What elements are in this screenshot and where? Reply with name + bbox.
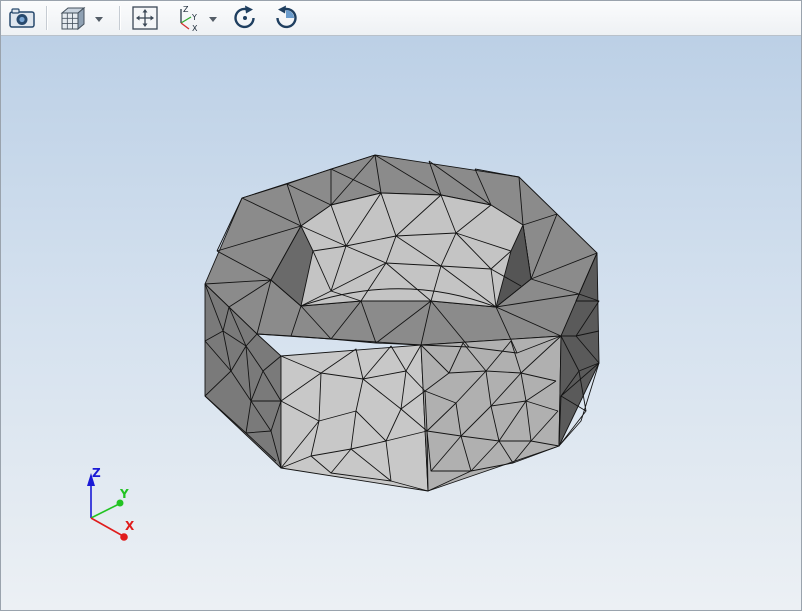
axis-y-label: Y [191, 13, 197, 22]
toolbar-separator [119, 6, 121, 30]
fit-view-button[interactable] [129, 3, 161, 33]
axis-triad [87, 473, 128, 541]
triad-y-axis [90, 503, 120, 519]
screenshot-button[interactable] [6, 3, 38, 33]
rotate-ccw-icon [276, 5, 297, 29]
triad-y-label: Y [120, 487, 129, 501]
viewer-toolbar: Z Y X [1, 1, 801, 36]
chevron-down-icon [209, 17, 217, 22]
rotate-clockwise-button[interactable] [229, 3, 261, 33]
viewer-window: Z Y X Z Y X [0, 0, 802, 611]
triad-z-label: Z [92, 466, 101, 480]
chevron-down-icon [95, 17, 103, 22]
axis-x-label: X [192, 24, 198, 32]
view-mode-button[interactable] [56, 3, 108, 33]
triad-x-label: X [125, 519, 135, 533]
axes-orientation-icon: Z Y X [180, 5, 217, 32]
fit-to-view-icon [132, 6, 158, 30]
axis-orientation-button[interactable]: Z Y X [171, 3, 223, 33]
rotate-counterclockwise-button[interactable] [270, 3, 302, 33]
camera-icon [9, 8, 35, 28]
rotate-cw-icon [234, 5, 255, 29]
cube-view-icon [60, 6, 103, 31]
toolbar-separator [46, 6, 48, 30]
axis-z-label: Z [183, 5, 189, 14]
triad-x-axis [90, 517, 124, 537]
3d-viewport[interactable]: Z Y X [1, 36, 801, 610]
